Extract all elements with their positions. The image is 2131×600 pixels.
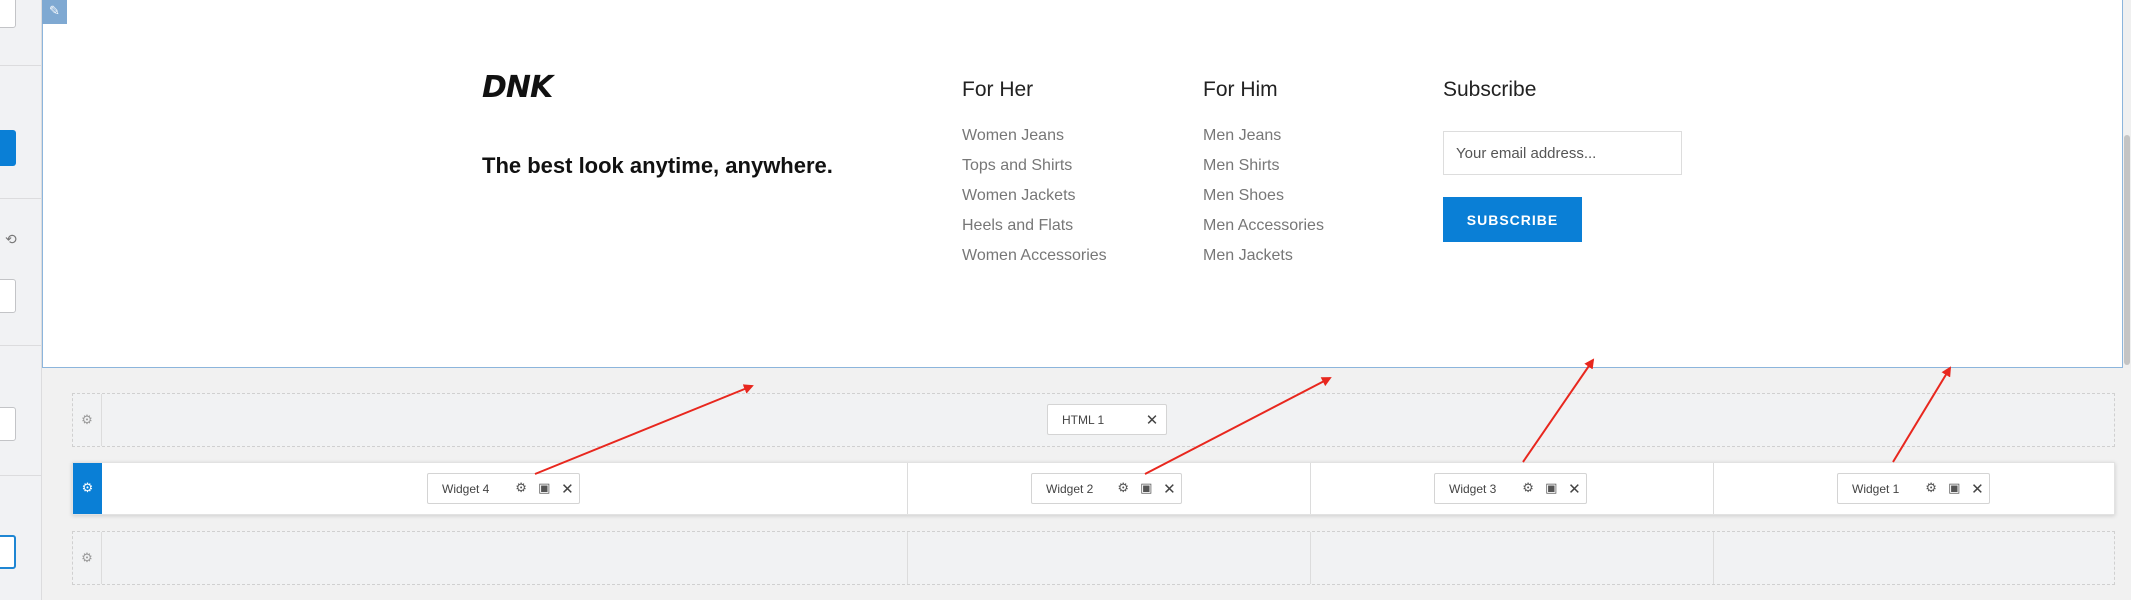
panel-divider [0, 198, 42, 199]
gear-icon[interactable]: ⚙ [1920, 481, 1943, 496]
widget-label: Widget 4 [442, 481, 490, 496]
panel-focused-input[interactable] [0, 535, 16, 569]
gear-icon[interactable]: ⚙ [73, 394, 102, 446]
gear-icon[interactable]: ⚙ [73, 532, 102, 584]
footer-link[interactable]: Women Jackets [962, 185, 1107, 215]
panel-control[interactable] [0, 0, 16, 28]
undo-icon[interactable]: ⟲ [5, 232, 21, 248]
layout-icon[interactable]: ▣ [1135, 481, 1158, 496]
footer-link[interactable]: Women Accessories [962, 245, 1107, 275]
footer-link[interactable]: Heels and Flats [962, 215, 1107, 245]
pencil-icon[interactable]: ✎ [42, 0, 67, 24]
footer-link[interactable]: Women Jeans [962, 125, 1107, 155]
footer-tagline: The best look anytime, anywhere. [482, 153, 833, 178]
subscribe-button[interactable]: SUBSCRIBE [1443, 197, 1582, 242]
scrollbar-thumb[interactable] [2124, 135, 2130, 365]
column-divider [1310, 532, 1311, 584]
close-icon[interactable]: ✕ [1158, 480, 1181, 498]
editor-left-panel: ⟲ [0, 0, 42, 600]
for-her-heading: For Her [962, 78, 1034, 101]
gear-icon[interactable]: ⚙ [73, 463, 102, 514]
layout-icon[interactable]: ▣ [1540, 481, 1563, 496]
gear-icon[interactable]: ⚙ [510, 481, 533, 496]
close-icon[interactable]: ✕ [1966, 480, 1989, 498]
widget-3[interactable]: Widget 3 ⚙ ▣ ✕ [1434, 473, 1587, 504]
widget-label: Widget 3 [1449, 481, 1497, 496]
builder-row-bottom[interactable]: ⚙ [72, 531, 2115, 585]
column-divider [907, 532, 908, 584]
column-divider [907, 463, 908, 514]
for-her-links: Women Jeans Tops and Shirts Women Jacket… [962, 125, 1107, 275]
layout-icon[interactable]: ▣ [1943, 481, 1966, 496]
footer-link[interactable]: Men Shoes [1203, 185, 1324, 215]
gear-icon[interactable]: ⚙ [1112, 481, 1135, 496]
footer-link[interactable]: Men Jeans [1203, 125, 1324, 155]
builder-row-top[interactable]: ⚙ HTML 1 ✕ [72, 393, 2115, 447]
column-divider [1713, 463, 1714, 514]
brand-logo[interactable]: DNK [482, 70, 553, 105]
close-icon[interactable]: ✕ [556, 480, 579, 498]
column-divider [1310, 463, 1311, 514]
panel-input[interactable] [0, 279, 16, 313]
panel-divider [0, 65, 42, 66]
footer-link[interactable]: Men Shirts [1203, 155, 1324, 185]
panel-primary-button[interactable] [0, 130, 16, 166]
close-icon[interactable]: ✕ [1140, 411, 1164, 429]
email-field[interactable] [1443, 131, 1682, 175]
widget-label: Widget 1 [1852, 481, 1900, 496]
widget-label: HTML 1 [1062, 412, 1105, 427]
widget-label: Widget 2 [1046, 481, 1094, 496]
footer-link[interactable]: Tops and Shirts [962, 155, 1107, 185]
footer-link[interactable]: Men Jackets [1203, 245, 1324, 275]
close-icon[interactable]: ✕ [1563, 480, 1586, 498]
panel-divider [0, 475, 42, 476]
widget-1[interactable]: Widget 1 ⚙ ▣ ✕ [1837, 473, 1990, 504]
widget-html-1[interactable]: HTML 1 ✕ [1047, 404, 1167, 435]
footer-link[interactable]: Men Accessories [1203, 215, 1324, 245]
layout-icon[interactable]: ▣ [533, 481, 556, 496]
panel-input[interactable] [0, 407, 16, 441]
widget-4[interactable]: Widget 4 ⚙ ▣ ✕ [427, 473, 580, 504]
gear-icon[interactable]: ⚙ [1517, 481, 1540, 496]
widget-2[interactable]: Widget 2 ⚙ ▣ ✕ [1031, 473, 1182, 504]
for-him-heading: For Him [1203, 78, 1278, 101]
builder-row-main[interactable]: ⚙ Widget 4 ⚙ ▣ ✕ Widget 2 ⚙ ▣ ✕ Widget 3… [72, 462, 2115, 515]
panel-divider [0, 345, 42, 346]
for-him-links: Men Jeans Men Shirts Men Shoes Men Acces… [1203, 125, 1324, 275]
subscribe-heading: Subscribe [1443, 78, 1537, 101]
column-divider [1713, 532, 1714, 584]
